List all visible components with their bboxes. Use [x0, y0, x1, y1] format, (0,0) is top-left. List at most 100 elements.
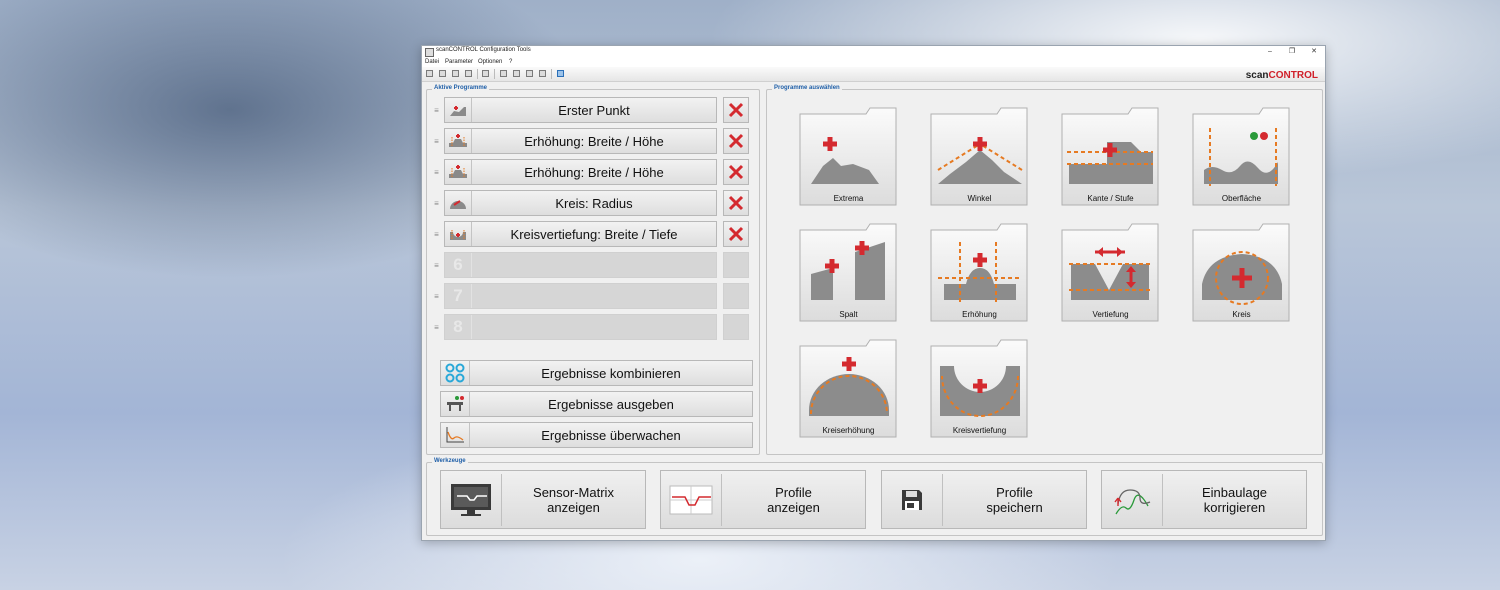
- save-icon[interactable]: [452, 70, 459, 77]
- folder-oberflaeche[interactable]: Oberfläche: [1192, 106, 1291, 207]
- new-icon[interactable]: [426, 70, 433, 77]
- folder-extrema[interactable]: Extrema: [799, 106, 898, 207]
- save-as-icon[interactable]: [465, 70, 472, 77]
- window-title: scanCONTROL Configuration Tools: [436, 47, 531, 53]
- app-icon: [425, 48, 434, 57]
- program-5-button[interactable]: Kreisvertiefung: Breite / Tiefe: [444, 221, 717, 247]
- delete-program-3-button[interactable]: [723, 159, 749, 185]
- slot-number: 7: [445, 284, 472, 308]
- folder-kreiserhoehung[interactable]: Kreiserhöhung: [799, 338, 898, 439]
- monitor-results-button[interactable]: Ergebnisse überwachen: [440, 422, 753, 448]
- slot-number: 6: [445, 253, 472, 277]
- folder-label: Erhöhung: [962, 310, 997, 319]
- alignment-icon: [1102, 473, 1163, 526]
- delete-icon: [728, 226, 744, 242]
- delete-icon: [728, 164, 744, 180]
- folder-kante-stufe[interactable]: Kante / Stufe: [1061, 106, 1160, 207]
- drag-handle-icon[interactable]: ≡: [433, 107, 440, 115]
- close-button[interactable]: ✕: [1304, 46, 1324, 58]
- delete-program-4-button[interactable]: [723, 190, 749, 216]
- connect-icon[interactable]: [500, 70, 507, 77]
- drag-handle-icon[interactable]: ≡: [433, 200, 440, 208]
- sensor-matrix-button[interactable]: Sensor-Matrix anzeigen: [440, 470, 646, 529]
- drag-handle-icon[interactable]: ≡: [433, 231, 440, 239]
- folder-winkel[interactable]: Winkel: [930, 106, 1029, 207]
- combine-results-button[interactable]: Ergebnisse kombinieren: [440, 360, 753, 386]
- drag-handle-icon[interactable]: ≡: [433, 262, 440, 270]
- circle-depression-icon: [445, 222, 472, 246]
- program-3-button[interactable]: Erhöhung: Breite / Höhe: [444, 159, 717, 185]
- combine-results-label: Ergebnisse kombinieren: [541, 365, 681, 381]
- sensor-icon[interactable]: [513, 70, 520, 77]
- program-slot-7[interactable]: 7: [444, 283, 717, 309]
- delete-program-5-button[interactable]: [723, 221, 749, 247]
- program-4-button[interactable]: Kreis: Radius: [444, 190, 717, 216]
- grid-icon[interactable]: [482, 70, 489, 77]
- drag-handle-icon[interactable]: ≡: [433, 138, 440, 146]
- combine-icon: [441, 361, 470, 385]
- sensor-matrix-label: Sensor-Matrix anzeigen: [533, 484, 614, 515]
- toolbar: [422, 67, 1325, 82]
- drag-handle-icon[interactable]: ≡: [433, 324, 440, 332]
- tools-title: Werkzeuge: [432, 458, 468, 464]
- delete-slot-6-button: [723, 252, 749, 278]
- folder-label: Spalt: [839, 310, 858, 319]
- program-2-button[interactable]: Erhöhung: Breite / Höhe: [444, 128, 717, 154]
- folder-label: Vertiefung: [1092, 310, 1129, 319]
- folder-label: Kreisvertiefung: [952, 426, 1007, 435]
- menu-parameter[interactable]: Parameter: [445, 59, 473, 65]
- delete-icon: [728, 102, 744, 118]
- folder-vertiefung[interactable]: Vertiefung: [1061, 222, 1160, 323]
- program-label: Erster Punkt: [558, 102, 630, 118]
- output-results-label: Ergebnisse ausgeben: [548, 396, 674, 412]
- drag-handle-icon[interactable]: ≡: [433, 169, 440, 177]
- info-icon[interactable]: [557, 70, 564, 77]
- folder-spalt[interactable]: Spalt: [799, 222, 898, 323]
- save-profiles-button[interactable]: Profile speichern: [881, 470, 1087, 529]
- monitor-chart-icon: [441, 423, 470, 447]
- open-icon[interactable]: [439, 70, 446, 77]
- menu-help[interactable]: ?: [509, 59, 512, 65]
- active-programs-title: Aktive Programme: [432, 85, 490, 91]
- transfer-icon[interactable]: [539, 70, 546, 77]
- correct-mounting-button[interactable]: Einbaulage korrigieren: [1101, 470, 1307, 529]
- folder-erhoehung[interactable]: Erhöhung: [930, 222, 1029, 323]
- toolbar-separator: [551, 69, 552, 79]
- circle-icon: [445, 191, 472, 215]
- menu-datei[interactable]: Datei: [425, 59, 439, 65]
- profile-chart-icon: [661, 473, 722, 526]
- menu-optionen[interactable]: Optionen: [478, 59, 502, 65]
- program-slot-8[interactable]: 8: [444, 314, 717, 340]
- delete-program-2-button[interactable]: [723, 128, 749, 154]
- program-label: Erhöhung: Breite / Höhe: [524, 133, 664, 149]
- drag-handle-icon[interactable]: ≡: [433, 293, 440, 301]
- slot-number: 8: [445, 315, 472, 339]
- restore-button[interactable]: ❐: [1282, 46, 1302, 58]
- output-results-button[interactable]: Ergebnisse ausgeben: [440, 391, 753, 417]
- show-profiles-label: Profile anzeigen: [767, 484, 820, 515]
- program-slot-6[interactable]: 6: [444, 252, 717, 278]
- app-window: scanCONTROL Configuration Tools – ❐ ✕ Da…: [421, 45, 1326, 541]
- program-label: Erhöhung: Breite / Höhe: [524, 164, 664, 180]
- program-1-button[interactable]: Erster Punkt: [444, 97, 717, 123]
- program-label: Kreisvertiefung: Breite / Tiefe: [510, 226, 678, 242]
- title-bar: scanCONTROL Configuration Tools – ❐ ✕: [422, 46, 1325, 58]
- minimize-button[interactable]: –: [1260, 46, 1280, 58]
- folder-label: Oberfläche: [1221, 194, 1262, 203]
- correct-mounting-label: Einbaulage korrigieren: [1201, 484, 1268, 515]
- delete-slot-8-button: [723, 314, 749, 340]
- program-select-group: Programme auswählen Extrema Winkel Kante…: [766, 85, 1323, 455]
- folder-kreisvertiefung[interactable]: Kreisvertiefung: [930, 338, 1029, 439]
- show-profiles-button[interactable]: Profile anzeigen: [660, 470, 866, 529]
- copy-icon[interactable]: [526, 70, 533, 77]
- extrema-icon: [445, 98, 472, 122]
- folder-label: Extrema: [833, 194, 864, 203]
- elevation-icon: [445, 129, 472, 153]
- folder-kreis[interactable]: Kreis: [1192, 222, 1291, 323]
- delete-slot-7-button: [723, 283, 749, 309]
- program-select-title: Programme auswählen: [772, 85, 842, 91]
- delete-program-1-button[interactable]: [723, 97, 749, 123]
- delete-icon: [728, 133, 744, 149]
- menu-bar: Datei Parameter Optionen ?: [422, 58, 1325, 67]
- floppy-disk-icon: [882, 473, 943, 526]
